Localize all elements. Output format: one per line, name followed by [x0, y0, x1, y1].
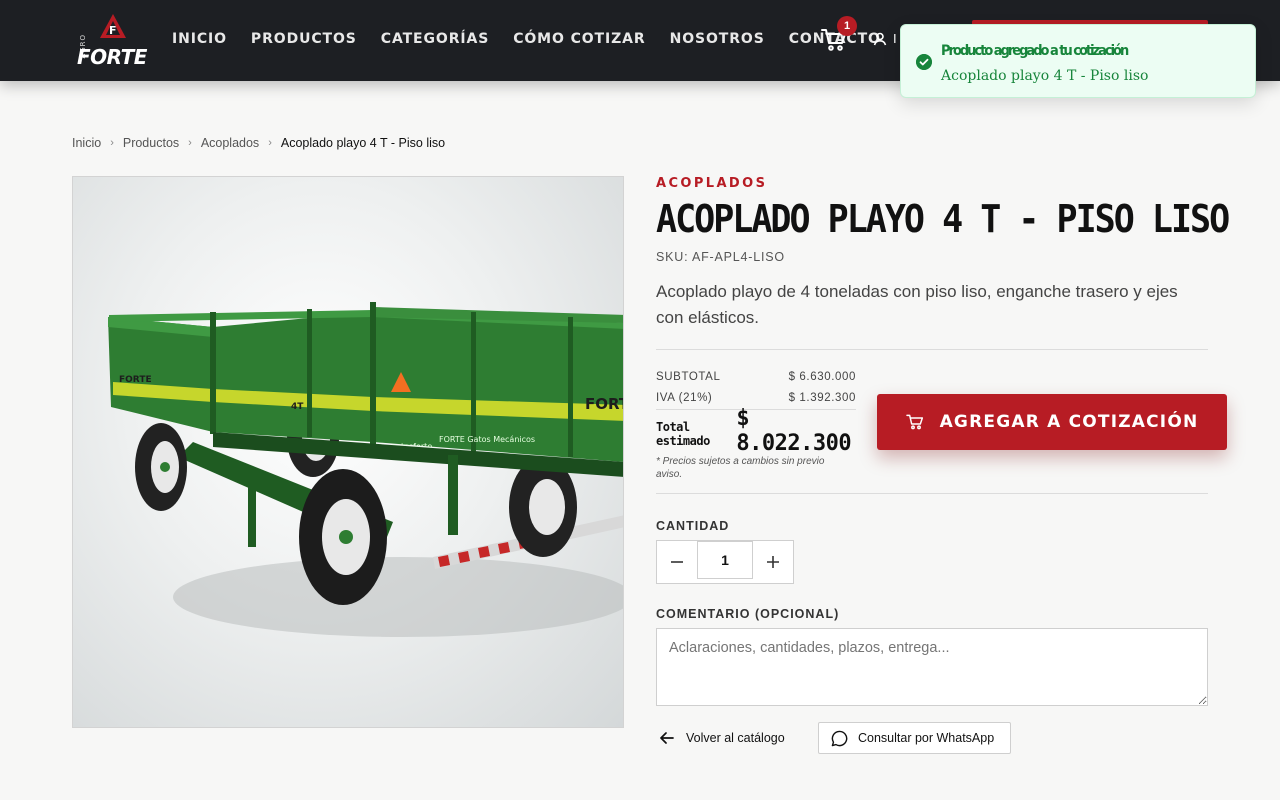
- price-summary: SUBTOTAL $ 6.630.000 IVA (21%) $ 1.392.3…: [656, 366, 856, 481]
- breadcrumb: Inicio › Productos › Acoplados › Acoplad…: [72, 136, 445, 150]
- total-label: Total estimado: [656, 420, 710, 448]
- trailer-gatos2-label: FORTE Gatos Mecánicos: [439, 435, 535, 444]
- chevron-right-icon: ›: [268, 137, 272, 149]
- trailer-illustration: FORTE FORTE 4T gatosforte FORTE Gatos Me…: [108, 302, 624, 637]
- product-sku: SKU: AF-APL4-LISO: [656, 250, 785, 264]
- add-to-quote-button[interactable]: AGREGAR A COTIZACIÓN: [877, 394, 1227, 450]
- subtotal-row: SUBTOTAL $ 6.630.000: [656, 366, 856, 387]
- product-description: Acoplado playo de 4 toneladas con piso l…: [656, 282, 1178, 327]
- cart-icon: [905, 414, 923, 430]
- nav-item-inicio[interactable]: INICIO: [172, 31, 227, 47]
- cart-count-badge: 1: [837, 16, 857, 36]
- add-to-quote-label: AGREGAR A COTIZACIÓN: [939, 412, 1199, 432]
- product-image: FORTE FORTE 4T gatosforte FORTE Gatos Me…: [72, 176, 624, 728]
- nav-item-categorias[interactable]: CATEGORÍAS: [381, 31, 489, 47]
- nav-item-como-cotizar[interactable]: CÓMO COTIZAR: [513, 31, 645, 47]
- toast-description: Acoplado playo 4 T - Piso liso: [941, 68, 1149, 84]
- arrow-left-icon: [660, 732, 674, 744]
- logo-text: FORTE: [77, 45, 147, 69]
- trailer-brand-label: FORTE: [119, 375, 152, 385]
- quantity-label: CANTIDAD: [656, 519, 730, 533]
- main-nav: INICIO PRODUCTOS CATEGORÍAS CÓMO COTIZAR…: [172, 31, 881, 47]
- brand-logo[interactable]: F AGRO FORTE: [76, 14, 150, 69]
- breadcrumb-inicio[interactable]: Inicio: [72, 136, 101, 150]
- quantity-input[interactable]: 1: [697, 541, 753, 579]
- minus-icon: [671, 561, 683, 563]
- plus-icon: [767, 556, 779, 568]
- product-category[interactable]: ACOPLADOS: [656, 176, 767, 191]
- back-to-catalog-label: Volver al catálogo: [686, 731, 785, 745]
- product-title: ACOPLADO PLAYO 4 T - PISO LISO: [656, 198, 1230, 242]
- divider: [656, 493, 1208, 494]
- increment-button[interactable]: [753, 541, 793, 583]
- trailer-capacity-label: 4T: [291, 402, 304, 412]
- breadcrumb-acoplados[interactable]: Acoplados: [201, 136, 259, 150]
- subtotal-value: $ 6.630.000: [788, 370, 856, 383]
- breadcrumb-productos[interactable]: Productos: [123, 136, 179, 150]
- total-row: Total estimado $ 8.022.300: [656, 406, 856, 456]
- total-value: $ 8.022.300: [736, 406, 852, 456]
- iva-label: IVA (21%): [656, 391, 713, 404]
- trailer-brand-label-side: FORTE: [585, 395, 624, 413]
- price-disclaimer: * Precios sujetos a cambios sin previo a…: [656, 456, 825, 480]
- success-toast: Producto agregado a tu cotización Acopla…: [900, 24, 1256, 98]
- iva-value: $ 1.392.300: [788, 391, 856, 404]
- user-label: I: [893, 31, 897, 46]
- back-to-catalog-button[interactable]: Volver al catálogo: [660, 724, 785, 752]
- nav-item-productos[interactable]: PRODUCTOS: [251, 31, 357, 47]
- quantity-stepper: 1: [656, 540, 794, 584]
- comment-label: COMENTARIO (OPCIONAL): [656, 607, 840, 621]
- svg-text:F: F: [109, 24, 117, 37]
- chevron-right-icon: ›: [188, 137, 192, 149]
- breadcrumb-current: Acoplado playo 4 T - Piso liso: [280, 136, 446, 150]
- chevron-right-icon: ›: [110, 137, 114, 149]
- subtotal-label: SUBTOTAL: [656, 370, 721, 383]
- iva-row: IVA (21%) $ 1.392.300: [656, 387, 856, 408]
- comment-field[interactable]: [656, 628, 1208, 706]
- whatsapp-label: Consultar por WhatsApp: [858, 731, 995, 745]
- whatsapp-button[interactable]: Consultar por WhatsApp: [818, 722, 1011, 754]
- nav-item-nosotros[interactable]: NOSOTROS: [670, 31, 765, 47]
- forte-logo-icon: F: [100, 14, 126, 38]
- check-circle-icon: [916, 54, 932, 70]
- divider: [656, 349, 1208, 350]
- chat-bubble-icon: [831, 730, 848, 746]
- user-account-link[interactable]: I: [873, 31, 897, 46]
- toast-title: Producto agregado a tu cotización: [941, 43, 1129, 60]
- user-icon: [873, 32, 887, 45]
- decrement-button[interactable]: [657, 541, 697, 583]
